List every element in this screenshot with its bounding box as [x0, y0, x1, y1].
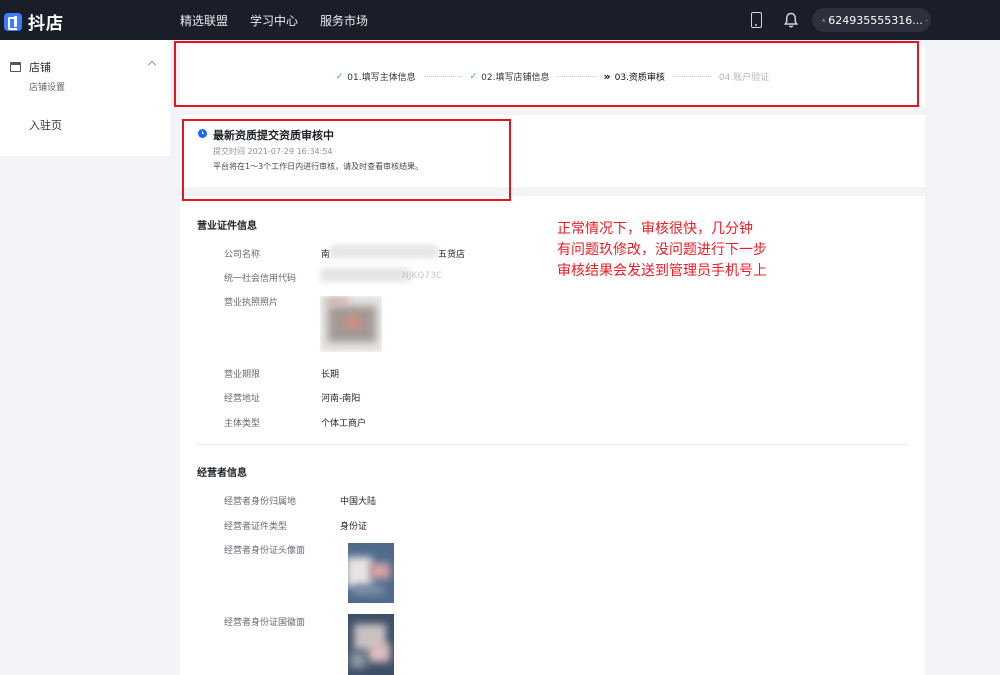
id-back-photo[interactable] — [348, 614, 394, 675]
business-term-label: 营业期限 — [224, 370, 261, 380]
nav-item-learning-center[interactable]: 学习中心 — [250, 12, 298, 29]
logo[interactable]: 抖店 — [4, 9, 64, 34]
redacted-company-name — [330, 245, 438, 258]
store-icon — [10, 62, 21, 72]
id-region-label: 经营者身份归属地 — [224, 497, 297, 507]
section-title-business: 营业证件信息 — [197, 221, 257, 232]
sidebar-group-store[interactable]: 店铺 — [10, 59, 51, 75]
id-type-label: 经营者证件类型 — [224, 522, 288, 532]
company-name-label: 公司名称 — [224, 250, 261, 260]
nav-item-service-market[interactable]: 服务市场 — [320, 12, 368, 29]
user-menu[interactable]: 624935555316... — [812, 8, 931, 32]
user-id: 624935555316... — [828, 13, 923, 27]
annotation-box-steps — [174, 41, 919, 107]
entity-type-label: 主体类型 — [224, 419, 261, 429]
company-name-value-start: 南 — [321, 250, 331, 260]
sidebar-group-label: 店铺 — [29, 61, 51, 74]
company-name-value-end: 五货店 — [438, 250, 466, 260]
bell-icon[interactable] — [783, 12, 799, 28]
annotation-box-status — [182, 119, 511, 201]
logo-text: 抖店 — [28, 14, 64, 34]
id-front-label: 经营者身份证头像面 — [224, 546, 306, 556]
license-photo[interactable] — [320, 296, 382, 352]
phone-icon[interactable] — [751, 12, 762, 28]
top-bar: 抖店 精选联盟 学习中心 服务市场 624935555316... — [0, 0, 1000, 40]
sidebar-item-store-settings[interactable]: 店铺设置 — [29, 80, 65, 93]
credit-code-value-end: NJKQ73C — [402, 271, 443, 281]
chevron-down-icon — [925, 19, 928, 21]
section-title-operator: 经营者信息 — [197, 468, 247, 479]
chevron-up-icon[interactable] — [147, 60, 157, 70]
sidebar-item-onboarding[interactable]: 入驻页 — [29, 117, 62, 133]
annotation-text: 正常情况下，审核很快，几分钟 有问题玖修改，没问题进行下一步 审核结果会发送到管… — [557, 219, 767, 282]
sidebar: 店铺 店铺设置 入驻页 — [0, 40, 170, 156]
top-nav: 精选联盟 学习中心 服务市场 — [180, 12, 390, 29]
user-icon — [822, 18, 826, 22]
id-type-value: 身份证 — [340, 522, 368, 532]
annotation-line-2: 有问题玖修改，没问题进行下一步 — [557, 242, 767, 258]
id-region-value: 中国大陆 — [340, 497, 377, 507]
license-photo-label: 营业执照照片 — [224, 298, 279, 308]
section-divider — [197, 444, 909, 445]
logo-icon — [4, 12, 22, 31]
business-term-value: 长期 — [321, 370, 340, 380]
id-front-photo[interactable] — [348, 543, 394, 603]
business-address-value: 河南-南阳 — [321, 394, 361, 404]
annotation-line-3: 审核结果会发送到管理员手机号上 — [557, 263, 767, 279]
credit-code-label: 统一社会信用代码 — [224, 274, 297, 284]
redacted-credit-code — [320, 268, 410, 282]
id-back-label: 经营者身份证国徽面 — [224, 618, 306, 628]
nav-item-selected-alliance[interactable]: 精选联盟 — [180, 12, 228, 29]
qualification-info-card: 营业证件信息 公司名称 南 五货店 统一社会信用代码 NJKQ73C 营业执照照… — [180, 196, 925, 675]
business-address-label: 经营地址 — [224, 394, 261, 404]
annotation-line-1: 正常情况下，审核很快，几分钟 — [557, 221, 753, 237]
entity-type-value: 个体工商户 — [321, 419, 367, 429]
